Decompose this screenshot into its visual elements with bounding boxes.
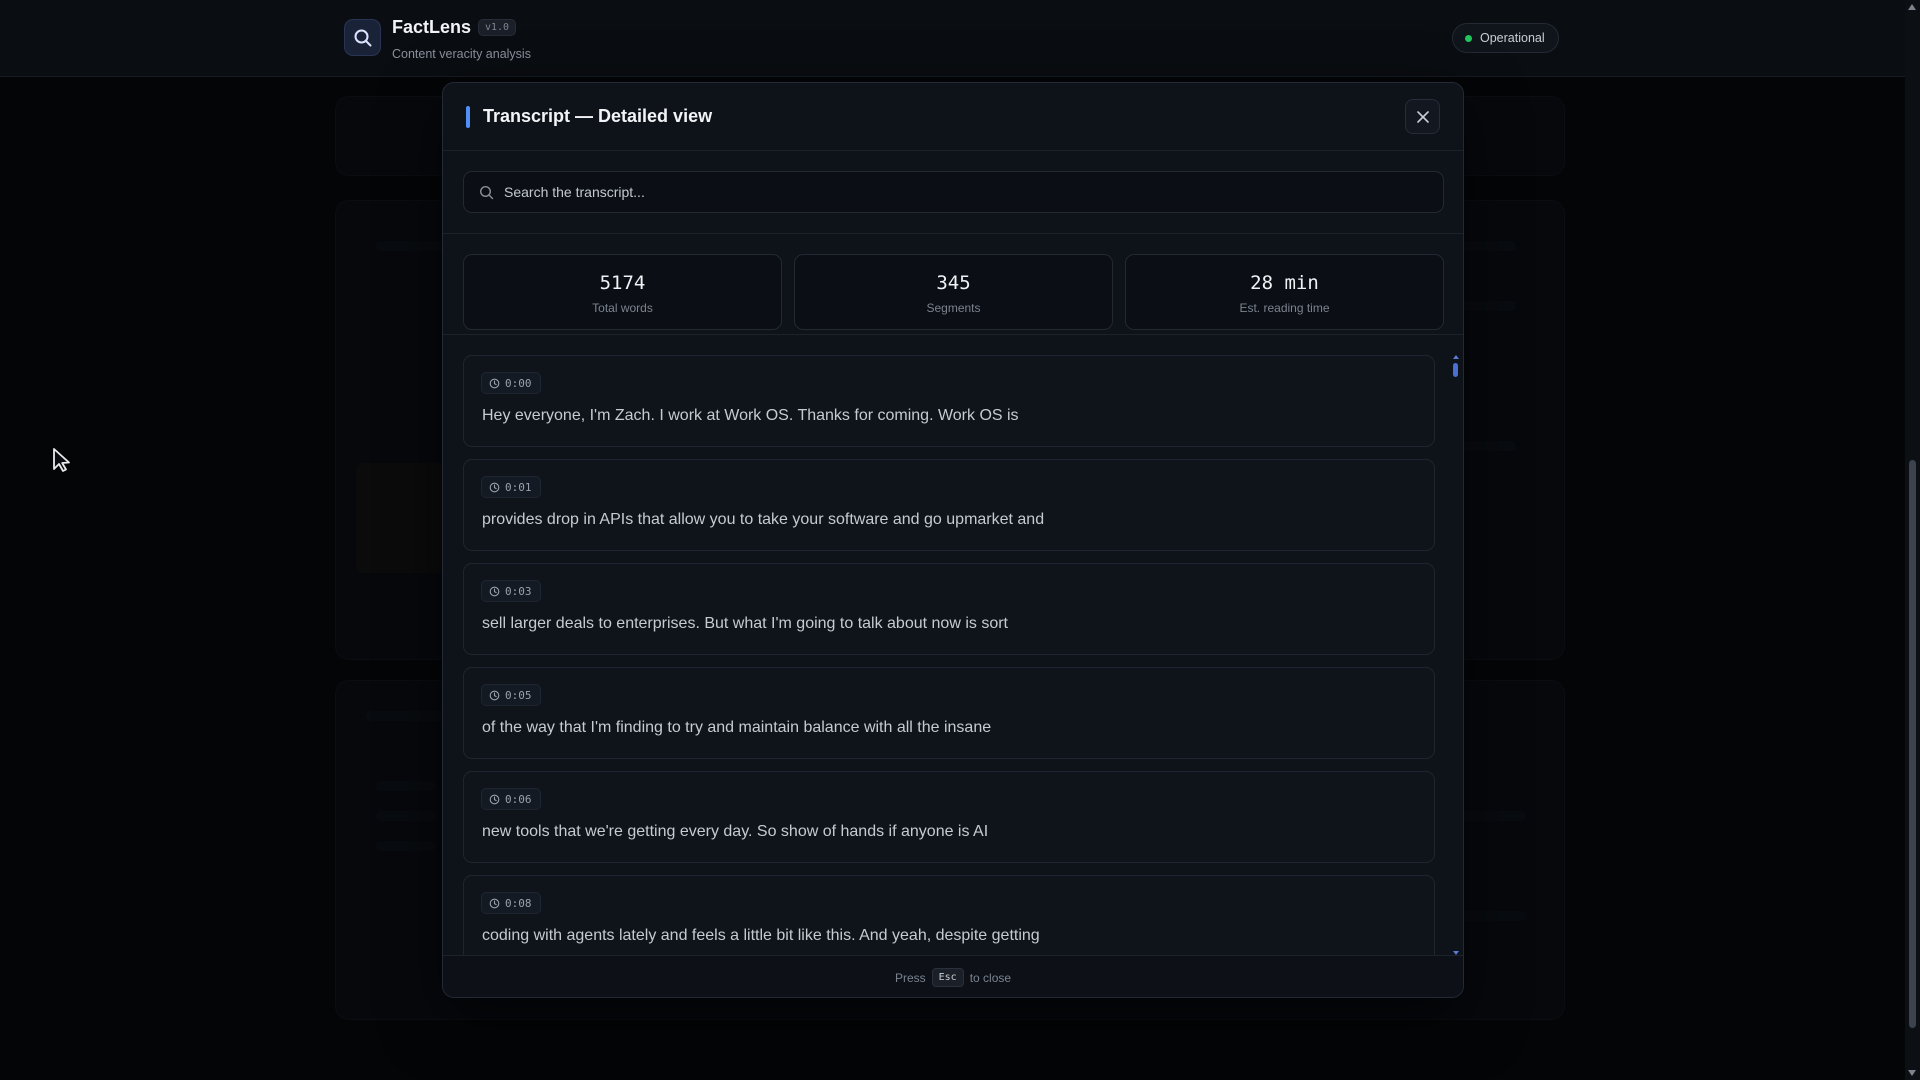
stat-segments: 345 Segments bbox=[794, 254, 1113, 330]
scroll-down-icon[interactable] bbox=[1908, 1070, 1916, 1076]
transcript-segment[interactable]: 0:01 provides drop in APIs that allow yo… bbox=[463, 459, 1435, 551]
app-root: FactLens v1.0 Content veracity analysis … bbox=[0, 0, 1920, 1080]
segment-text: Hey everyone, I'm Zach. I work at Work O… bbox=[482, 407, 1019, 424]
scroll-up-icon[interactable] bbox=[1908, 4, 1916, 10]
timestamp-label: 0:06 bbox=[505, 792, 532, 806]
timestamp-badge[interactable]: 0:01 bbox=[481, 476, 541, 498]
timestamp-badge[interactable]: 0:03 bbox=[481, 580, 541, 602]
timestamp-badge[interactable]: 0:08 bbox=[481, 892, 541, 914]
timestamp-label: 0:08 bbox=[505, 896, 532, 910]
search-icon bbox=[354, 29, 371, 46]
transcript-segment[interactable]: 0:08 coding with agents lately and feels… bbox=[463, 875, 1435, 955]
transcript-segment[interactable]: 0:03 sell larger deals to enterprises. B… bbox=[463, 563, 1435, 655]
esc-key-hint: Esc bbox=[931, 968, 964, 987]
search-section bbox=[443, 151, 1463, 234]
segment-text: sell larger deals to enterprises. But wh… bbox=[482, 615, 1008, 632]
clock-icon bbox=[489, 586, 500, 596]
segment-text: coding with agents lately and feels a li… bbox=[482, 927, 1040, 944]
stat-label: Total words bbox=[592, 301, 653, 315]
stat-value: 345 bbox=[936, 272, 971, 294]
segment-text: provides drop in APIs that allow you to … bbox=[482, 511, 1045, 528]
version-badge: v1.0 bbox=[478, 19, 517, 36]
timestamp-label: 0:05 bbox=[505, 688, 532, 702]
scroll-up-icon[interactable] bbox=[1453, 355, 1459, 359]
close-icon bbox=[1416, 110, 1429, 123]
clock-icon bbox=[489, 690, 500, 700]
timestamp-badge[interactable]: 0:05 bbox=[481, 684, 541, 706]
top-header: FactLens v1.0 Content veracity analysis … bbox=[0, 0, 1905, 77]
page-scrollbar-thumb[interactable] bbox=[1909, 460, 1916, 1028]
transcript-modal: Transcript — Detailed view 5174 Total bbox=[442, 82, 1464, 998]
mouse-cursor-icon bbox=[53, 448, 70, 472]
footer-close-label: to close bbox=[969, 970, 1012, 985]
transcript-search-input[interactable] bbox=[504, 172, 1424, 212]
timestamp-label: 0:03 bbox=[505, 584, 532, 598]
brand-title: FactLens bbox=[392, 17, 472, 37]
logo-button[interactable] bbox=[344, 19, 381, 56]
footer-press-label: Press bbox=[894, 970, 926, 985]
status-badge: Operational bbox=[1452, 23, 1559, 53]
segment-list-scrollbar-thumb[interactable] bbox=[1453, 363, 1458, 377]
transcript-segment-list[interactable]: 0:00 Hey everyone, I'm Zach. I work at W… bbox=[443, 335, 1463, 955]
stat-value: 28 min bbox=[1250, 272, 1319, 294]
status-label: Operational bbox=[1480, 31, 1545, 45]
transcript-segment[interactable]: 0:00 Hey everyone, I'm Zach. I work at W… bbox=[463, 355, 1435, 447]
close-button[interactable] bbox=[1405, 99, 1440, 134]
segment-text: of the way that I'm finding to try and m… bbox=[482, 719, 992, 736]
stat-reading-time: 28 min Est. reading time bbox=[1125, 254, 1444, 330]
segment-list-scrollbar[interactable] bbox=[1452, 355, 1460, 955]
status-dot-icon bbox=[1465, 34, 1472, 42]
brand-subtitle: Content veracity analysis bbox=[392, 47, 531, 61]
search-box[interactable] bbox=[463, 171, 1444, 213]
segment-text: new tools that we're getting every day. … bbox=[482, 823, 989, 840]
stat-label: Segments bbox=[926, 301, 981, 315]
stats-section: 5174 Total words 345 Segments 28 min Est… bbox=[443, 234, 1463, 335]
modal-title: Transcript — Detailed view bbox=[483, 106, 713, 126]
stat-total-words: 5174 Total words bbox=[463, 254, 782, 330]
stat-value: 5174 bbox=[599, 272, 646, 294]
timestamp-label: 0:01 bbox=[505, 480, 532, 494]
timestamp-label: 0:00 bbox=[505, 376, 532, 390]
timestamp-badge[interactable]: 0:06 bbox=[481, 788, 541, 810]
transcript-segment[interactable]: 0:05 of the way that I'm finding to try … bbox=[463, 667, 1435, 759]
clock-icon bbox=[489, 898, 500, 908]
stat-label: Est. reading time bbox=[1239, 301, 1330, 315]
transcript-segment[interactable]: 0:06 new tools that we're getting every … bbox=[463, 771, 1435, 863]
search-icon bbox=[479, 185, 494, 200]
clock-icon bbox=[489, 482, 500, 492]
timestamp-badge[interactable]: 0:00 bbox=[481, 372, 541, 394]
modal-footer: Press Esc to close bbox=[443, 955, 1463, 997]
clock-icon bbox=[489, 794, 500, 804]
clock-icon bbox=[489, 378, 500, 388]
page-scrollbar[interactable] bbox=[1905, 0, 1920, 1080]
title-accent-bar bbox=[466, 106, 470, 128]
modal-header: Transcript — Detailed view bbox=[443, 83, 1463, 151]
